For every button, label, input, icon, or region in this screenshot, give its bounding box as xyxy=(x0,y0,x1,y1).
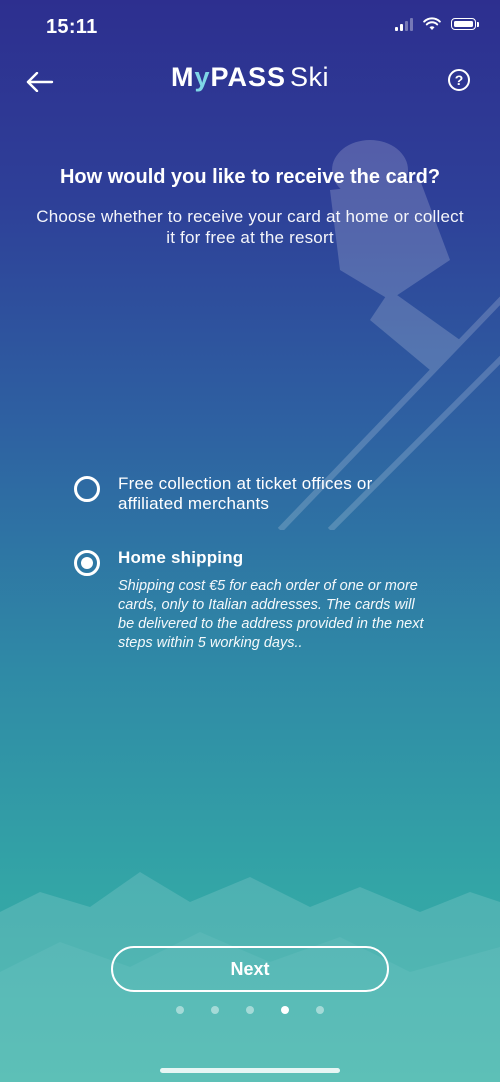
battery-icon xyxy=(451,18,479,30)
option-home-shipping[interactable]: Home shipping Shipping cost €5 for each … xyxy=(74,548,434,653)
option-description: Shipping cost €5 for each order of one o… xyxy=(118,578,424,651)
option-label: Home shipping xyxy=(118,548,244,567)
page-title: How would you like to receive the card? xyxy=(59,166,441,188)
next-button[interactable]: Next xyxy=(111,946,389,992)
pagination-dot-active xyxy=(281,1006,289,1014)
home-indicator[interactable] xyxy=(160,1068,340,1073)
status-time: 15:11 xyxy=(46,16,98,38)
logo-product: Ski xyxy=(290,62,330,92)
page-subtitle: Choose whether to receive your card at h… xyxy=(36,207,464,247)
app-screen: 15:11 MyPASS Ski ? How would you like to… xyxy=(0,0,500,1082)
radio-button-selected[interactable] xyxy=(74,550,100,576)
option-free-collection[interactable]: Free collection at ticket offices or aff… xyxy=(74,474,434,514)
radio-button-unselected[interactable] xyxy=(74,476,100,502)
question-circle-icon: ? xyxy=(454,72,464,88)
logo-brand: MyPASS xyxy=(170,62,287,92)
navigation-bar: MyPASS Ski ? xyxy=(0,54,500,110)
help-button[interactable]: ? xyxy=(448,69,470,91)
pagination-dots xyxy=(0,1006,500,1014)
mypass-ski-logo: MyPASS Ski xyxy=(0,62,500,93)
cellular-signal-icon xyxy=(395,17,413,31)
pagination-dot xyxy=(211,1006,219,1014)
pagination-dot xyxy=(176,1006,184,1014)
option-label: Free collection at ticket offices or aff… xyxy=(118,474,373,513)
pagination-dot xyxy=(316,1006,324,1014)
wifi-icon xyxy=(423,17,441,30)
status-icons xyxy=(395,17,479,31)
status-bar: 15:11 xyxy=(0,0,500,54)
next-button-label: Next xyxy=(230,958,270,979)
pagination-dot xyxy=(246,1006,254,1014)
